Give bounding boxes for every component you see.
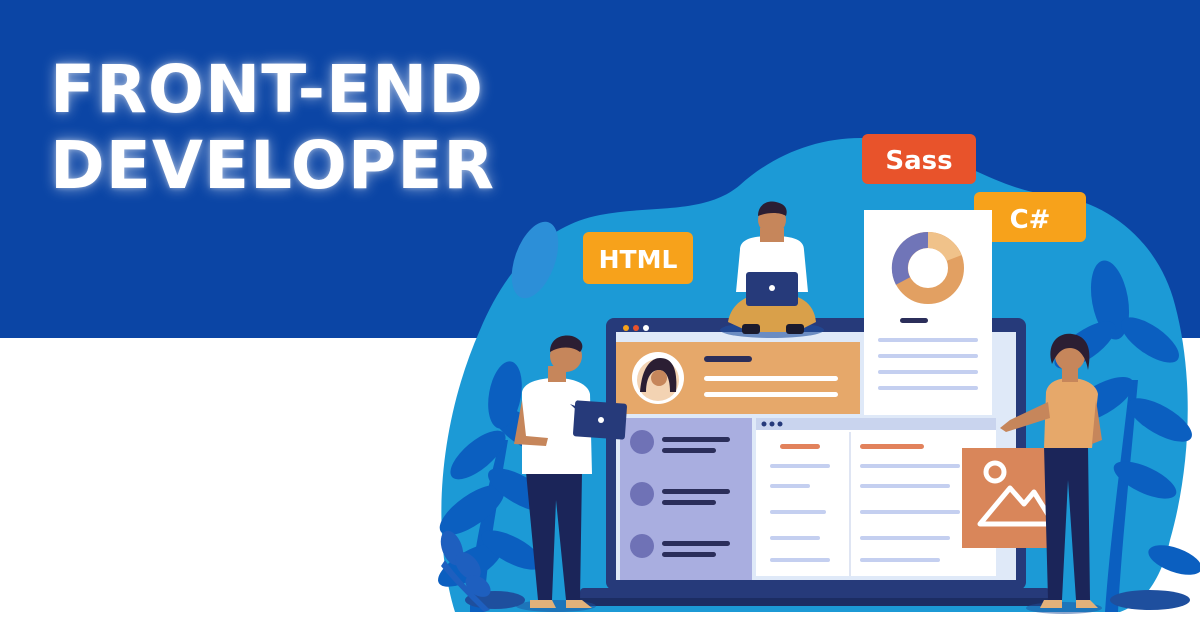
html-tag: HTML (583, 232, 693, 284)
developer-illustration: HTML Sass C# (438, 134, 1200, 614)
html-tag-label: HTML (599, 245, 678, 274)
profile-panel (616, 342, 860, 414)
sass-tag-label: Sass (885, 146, 952, 176)
csharp-tag-label: C# (1010, 205, 1051, 235)
chart-card (864, 210, 992, 415)
sass-tag: Sass (862, 134, 976, 184)
list-panel (620, 418, 752, 580)
content-window (756, 418, 996, 576)
